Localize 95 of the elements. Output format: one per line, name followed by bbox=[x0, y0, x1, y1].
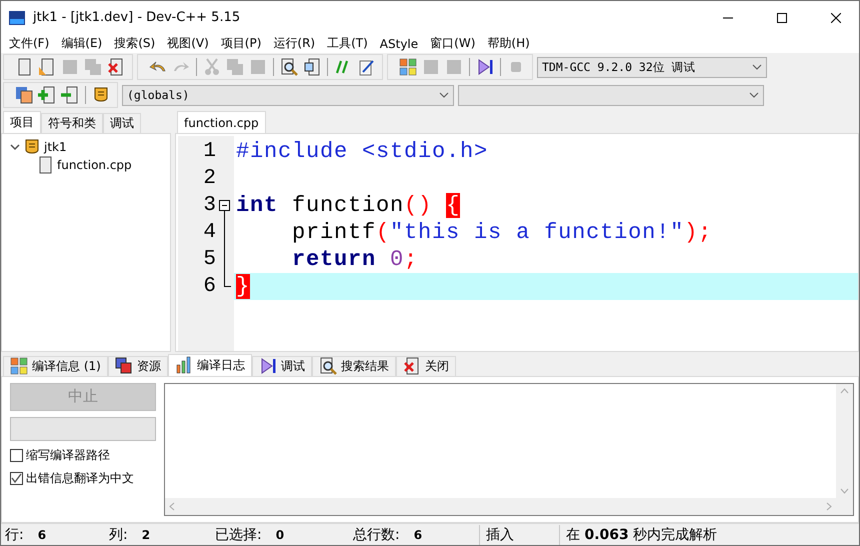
window-title: jtk1 - [jtk1.dev] - Dev-C++ 5.15 bbox=[33, 10, 242, 25]
toolbar-button[interactable] bbox=[302, 57, 322, 77]
chevron-down-icon[interactable] bbox=[840, 488, 849, 494]
status-label: 已选择: bbox=[215, 526, 262, 544]
checkbox[interactable] bbox=[10, 448, 23, 462]
page-folder-icon bbox=[38, 58, 56, 76]
square-icon bbox=[445, 58, 463, 76]
project-icon bbox=[23, 138, 41, 156]
line-number: 2 bbox=[202, 167, 216, 190]
tree-item[interactable]: function.cpp bbox=[57, 158, 132, 172]
toolbar-button[interactable] bbox=[60, 85, 80, 105]
code-line: int function() { bbox=[235, 192, 462, 219]
status-value: 6 bbox=[414, 528, 422, 542]
chevron-down-icon bbox=[752, 64, 762, 70]
toolbar-button[interactable] bbox=[37, 85, 57, 105]
line-number: 5 bbox=[202, 248, 216, 271]
toolbar-button[interactable] bbox=[14, 85, 34, 105]
app-logo-icon bbox=[9, 10, 25, 24]
grid-icon bbox=[10, 357, 28, 376]
chevron-left-icon[interactable] bbox=[169, 502, 175, 512]
checkbox-label: 出错信息翻译为中文 bbox=[26, 470, 134, 487]
chevron-down-icon bbox=[439, 92, 449, 98]
status-value: 0 bbox=[276, 528, 284, 542]
page-plus-icon bbox=[38, 86, 56, 104]
menu-item[interactable]: 窗口(W) bbox=[424, 34, 482, 53]
scissors-icon bbox=[203, 58, 221, 76]
chevron-down-icon bbox=[749, 92, 759, 98]
status-message: 在 0.063 秒内完成解析 bbox=[559, 524, 724, 545]
search-icon bbox=[318, 357, 337, 376]
menu-item[interactable]: 项目(P) bbox=[214, 34, 268, 53]
close-icon bbox=[831, 12, 841, 22]
checkbox[interactable] bbox=[10, 472, 23, 485]
menu-item[interactable]: 编辑(E) bbox=[55, 34, 108, 53]
chevron-icon[interactable] bbox=[10, 143, 20, 151]
horizontal-scrollbar[interactable] bbox=[165, 498, 853, 516]
line-number: 3 bbox=[202, 194, 216, 217]
search-icon bbox=[280, 58, 298, 76]
status-value: 6 bbox=[38, 528, 46, 542]
menu-item[interactable]: 文件(F) bbox=[3, 34, 56, 53]
status-label: 总行数: bbox=[353, 526, 400, 544]
vertical-scrollbar[interactable] bbox=[836, 384, 853, 498]
page-minus-icon bbox=[61, 86, 79, 104]
play-bar-icon bbox=[258, 357, 277, 376]
menu-item[interactable]: 运行(R) bbox=[267, 34, 322, 53]
close-page-icon bbox=[402, 357, 421, 376]
panel-tab[interactable]: 关闭 bbox=[396, 356, 456, 376]
bar-chart-icon bbox=[174, 356, 193, 374]
menu-item[interactable]: 帮助(H) bbox=[481, 34, 536, 53]
pages-icon bbox=[226, 58, 244, 76]
checkbox-label: 缩写编译器路径 bbox=[26, 446, 110, 464]
dropdown[interactable]: (globals) bbox=[122, 84, 454, 106]
notepad-icon bbox=[357, 58, 375, 76]
file-tab[interactable]: function.cpp bbox=[177, 111, 266, 133]
menu-item[interactable]: AStyle bbox=[374, 34, 424, 53]
panel-tab[interactable]: 编译日志 bbox=[168, 354, 252, 376]
square-icon bbox=[422, 58, 440, 76]
menu-item[interactable]: 搜索(S) bbox=[108, 34, 162, 53]
status-label: 列: bbox=[109, 526, 128, 544]
grid-icon bbox=[399, 58, 417, 76]
line-number: 6 bbox=[202, 275, 216, 298]
window-icon bbox=[303, 58, 321, 76]
squares-icon bbox=[114, 357, 133, 376]
fold-toggle-icon[interactable] bbox=[218, 200, 230, 219]
code-line: #include <stdio.h> bbox=[235, 138, 490, 165]
pages-icon bbox=[15, 86, 33, 104]
status-value: 2 bbox=[142, 528, 150, 542]
maximize-icon bbox=[777, 12, 787, 22]
tree-item[interactable]: jtk1 bbox=[44, 140, 67, 154]
panel-tab[interactable]: 调试 bbox=[103, 113, 141, 133]
chevron-right-icon[interactable] bbox=[826, 502, 832, 512]
panel-tab[interactable]: 编译信息 (1) bbox=[3, 356, 108, 376]
insert-mode: 插入 bbox=[479, 524, 559, 545]
panel-tab[interactable]: 资源 bbox=[108, 356, 168, 376]
shield-icon bbox=[92, 86, 110, 104]
status-label: 行: bbox=[5, 526, 24, 544]
panel-tab[interactable]: 符号和类 bbox=[41, 113, 103, 133]
chevron-up-icon[interactable] bbox=[840, 388, 849, 394]
panel-tab[interactable]: 项目 bbox=[3, 111, 41, 133]
toolbar-button[interactable] bbox=[279, 57, 299, 77]
code-line: return 0; bbox=[291, 246, 420, 273]
panel-tab[interactable]: 搜索结果 bbox=[312, 356, 396, 376]
dropdown[interactable] bbox=[458, 84, 764, 106]
menu-item[interactable]: 工具(T) bbox=[321, 34, 374, 53]
line-number: 4 bbox=[202, 221, 216, 244]
compiler-dropdown[interactable]: TDM-GCC 9.2.0 32位 调试 bbox=[537, 56, 767, 78]
close-page-icon bbox=[107, 58, 125, 76]
pages-icon bbox=[84, 58, 102, 76]
fold-end-line bbox=[224, 273, 230, 287]
code-line: printf("this is a function!"); bbox=[291, 219, 714, 246]
menu-item[interactable]: 视图(V) bbox=[161, 34, 215, 53]
square-icon bbox=[61, 58, 79, 76]
panel-tab[interactable]: 调试 bbox=[252, 356, 312, 376]
play-bar-icon bbox=[476, 58, 494, 76]
square-icon bbox=[249, 58, 267, 76]
line-number: 1 bbox=[202, 140, 216, 163]
